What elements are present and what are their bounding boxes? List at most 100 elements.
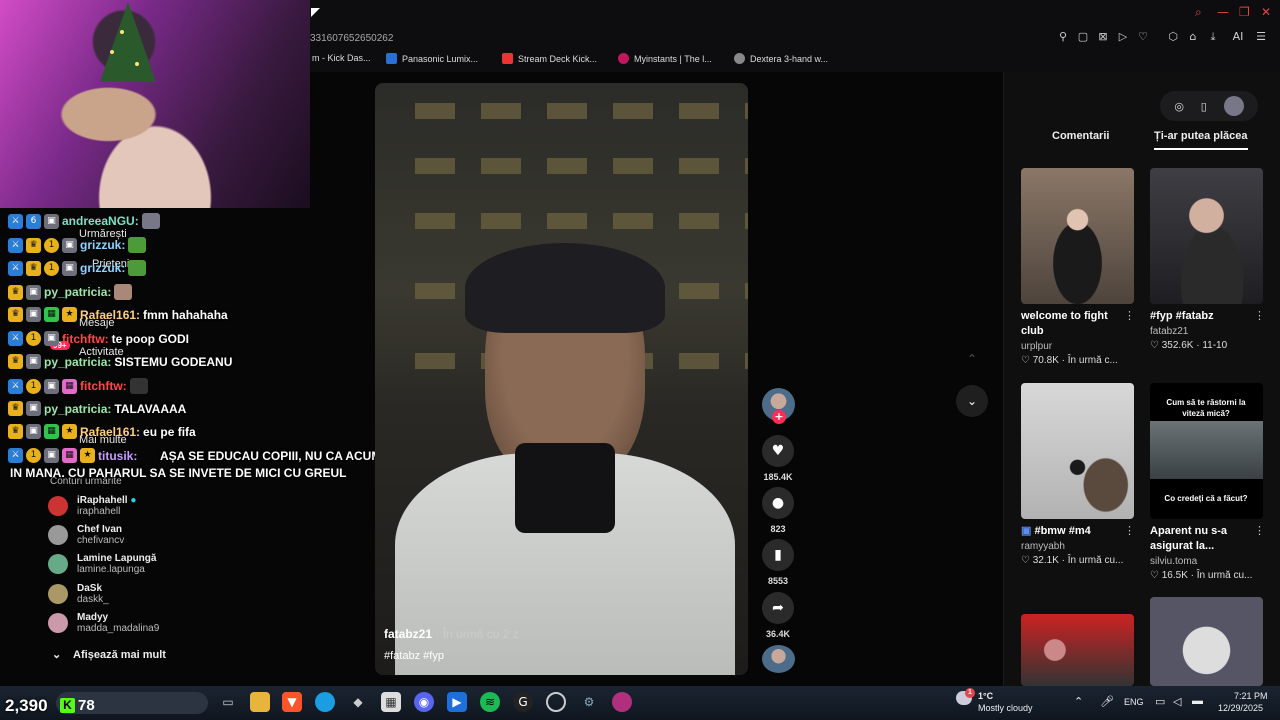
- chat-message: ♛ ▣ ▦ ★ Rafael161: fmm hahahaha: [8, 307, 228, 322]
- comment-button[interactable]: ●: [762, 487, 794, 519]
- clock-time[interactable]: 7:21 PM: [1234, 691, 1268, 701]
- video-thumbnail[interactable]: [1150, 597, 1263, 686]
- video-hashtags[interactable]: #fatabz #fyp: [384, 650, 444, 662]
- spotify-icon[interactable]: ≋: [480, 692, 500, 712]
- card-user[interactable]: silviu.toma: [1150, 556, 1197, 567]
- show-more-button[interactable]: ⌄ Afișează mai mult: [52, 648, 166, 661]
- more-options-icon[interactable]: ⋮: [1124, 524, 1135, 537]
- video-player[interactable]: [375, 83, 748, 675]
- battery-icon[interactable]: ▬: [1192, 695, 1203, 707]
- comment-count: 823: [770, 524, 786, 534]
- followed-account[interactable]: DaSk daskk_: [48, 583, 109, 605]
- card-user[interactable]: fatabz21: [1150, 326, 1188, 337]
- next-video-button[interactable]: ⌄: [956, 385, 988, 417]
- followed-account[interactable]: Madyy madda_madalina9: [48, 612, 159, 634]
- more-options-icon[interactable]: ⋮: [1254, 524, 1265, 537]
- mouse-cursor: [311, 8, 320, 17]
- bookmark-stream-deck[interactable]: Stream Deck Kick...: [502, 53, 597, 64]
- save-button[interactable]: ▮: [762, 539, 794, 571]
- extensions-icon[interactable]: ⬡: [1166, 30, 1180, 44]
- video-thumbnail[interactable]: [1150, 168, 1263, 304]
- like-button[interactable]: ♥: [762, 435, 794, 467]
- stream-deck-icon[interactable]: ▶: [447, 692, 467, 712]
- bookmark-kick[interactable]: m - Kick Das...: [312, 53, 371, 63]
- app-icon[interactable]: [612, 692, 632, 712]
- card-title[interactable]: Aparent nu s-a asigurat la...: [1150, 524, 1258, 554]
- ai-button[interactable]: AI: [1226, 30, 1250, 44]
- comment-icon: ●: [771, 495, 785, 511]
- more-options-icon[interactable]: ⋮: [1254, 309, 1265, 322]
- device-icon[interactable]: ▯: [1201, 100, 1207, 113]
- og-badge-icon: 6: [26, 213, 41, 229]
- previous-video-button[interactable]: ⌃: [956, 343, 988, 375]
- play-icon[interactable]: ▷: [1116, 30, 1130, 44]
- menu-icon[interactable]: ☰: [1254, 30, 1268, 44]
- download-icon[interactable]: ⤓: [1206, 30, 1220, 44]
- card-user[interactable]: urplpur: [1021, 341, 1052, 352]
- url-text[interactable]: 331607652650262: [310, 33, 393, 44]
- chat-message: ♛ ▣ py_patricia: SISTEMU GODEANU: [8, 354, 232, 369]
- bookmark-myinstants[interactable]: Myinstants | The l...: [618, 53, 712, 64]
- settings-gear-icon[interactable]: ⚙: [579, 692, 599, 712]
- more-options-icon[interactable]: ⋮: [1124, 309, 1135, 322]
- shield-icon[interactable]: ⊠: [1096, 30, 1110, 44]
- weather-temp[interactable]: 1°C: [978, 691, 993, 701]
- follow-plus-icon[interactable]: +: [772, 410, 786, 424]
- file-explorer-icon[interactable]: [250, 692, 270, 712]
- myinstants-icon: [618, 53, 629, 64]
- pin-icon[interactable]: ⚲: [1056, 30, 1070, 44]
- tab-recommended[interactable]: Ți-ar putea plăcea: [1154, 130, 1248, 150]
- screenshot-icon[interactable]: ▢: [1076, 30, 1090, 44]
- avatar: [48, 613, 68, 633]
- language-indicator[interactable]: ENG: [1124, 697, 1144, 707]
- tab-comments[interactable]: Comentarii: [1052, 130, 1109, 142]
- close-icon[interactable]: ✕: [1261, 5, 1271, 19]
- network-icon[interactable]: ▭: [1155, 695, 1165, 708]
- sound-disc[interactable]: [762, 645, 795, 673]
- ghub-icon[interactable]: G: [513, 692, 533, 712]
- discord-icon[interactable]: ◉: [414, 692, 434, 712]
- video-thumbnail[interactable]: [1021, 168, 1134, 304]
- coins-icon[interactable]: ◎: [1174, 100, 1184, 113]
- followed-account[interactable]: iRaphahell ● iraphahell: [48, 495, 136, 517]
- card-title[interactable]: #fyp #fatabz: [1150, 309, 1258, 324]
- camera-badge-icon: ▣: [62, 260, 77, 276]
- bookmark-icon: [386, 53, 397, 64]
- heart-icon[interactable]: ♡: [1136, 30, 1150, 44]
- edge-icon[interactable]: [315, 692, 335, 712]
- task-view-icon[interactable]: ▭: [218, 692, 238, 712]
- video-thumbnail[interactable]: [1021, 383, 1134, 519]
- minimize-icon[interactable]: —: [1217, 5, 1229, 19]
- sub-badge-icon: 1: [26, 331, 41, 346]
- store-icon[interactable]: ▦: [381, 692, 401, 712]
- card-title[interactable]: welcome to fight club: [1021, 309, 1129, 339]
- volume-icon[interactable]: ◁: [1173, 695, 1181, 708]
- card-title[interactable]: ▣ #bmw #m4: [1021, 524, 1129, 539]
- search-icon[interactable]: ⌕: [1195, 5, 1202, 20]
- app-icon[interactable]: ◆: [348, 692, 368, 712]
- video-thumbnail[interactable]: [1021, 614, 1134, 686]
- tray-chevron-icon[interactable]: ⌃: [1074, 695, 1083, 708]
- sword-badge-icon: ⚔: [8, 237, 23, 253]
- bookmark-panasonic[interactable]: Panasonic Lumix...: [386, 53, 478, 64]
- bookmark-dextera[interactable]: Dextera 3-hand w...: [734, 53, 828, 64]
- followed-account[interactable]: Chef Ivan chefivancv: [48, 524, 124, 546]
- share-button[interactable]: ➦: [762, 592, 794, 624]
- followed-account[interactable]: Lamine Lapungă lamine.lapunga: [48, 553, 156, 575]
- chevron-down-icon: ⌄: [52, 649, 62, 661]
- weather-text[interactable]: Mostly cloudy: [978, 703, 1033, 713]
- chat-message: ⚔ 1 ▣ fitchftw: te poop GODI: [8, 331, 189, 346]
- avatar: [48, 554, 68, 574]
- gift-badge-icon: ▦: [44, 424, 59, 439]
- card-user[interactable]: ramyyabh: [1021, 541, 1065, 552]
- profile-icon[interactable]: ⌂: [1186, 30, 1200, 44]
- video-author[interactable]: fatabz21 · În urmă cu 2 z: [384, 627, 519, 641]
- clock-date[interactable]: 12/29/2025: [1218, 703, 1263, 713]
- mic-icon[interactable]: 🎤︎: [1100, 695, 1114, 708]
- profile-avatar[interactable]: [1223, 96, 1244, 116]
- brave-icon[interactable]: ▼: [282, 692, 302, 712]
- camera-badge-icon: ▣: [26, 284, 41, 300]
- thumbnail-caption-bottom: Co credeți că a făcut?: [1164, 494, 1248, 503]
- obs-icon[interactable]: [546, 692, 566, 712]
- restore-icon[interactable]: ❐: [1239, 5, 1250, 19]
